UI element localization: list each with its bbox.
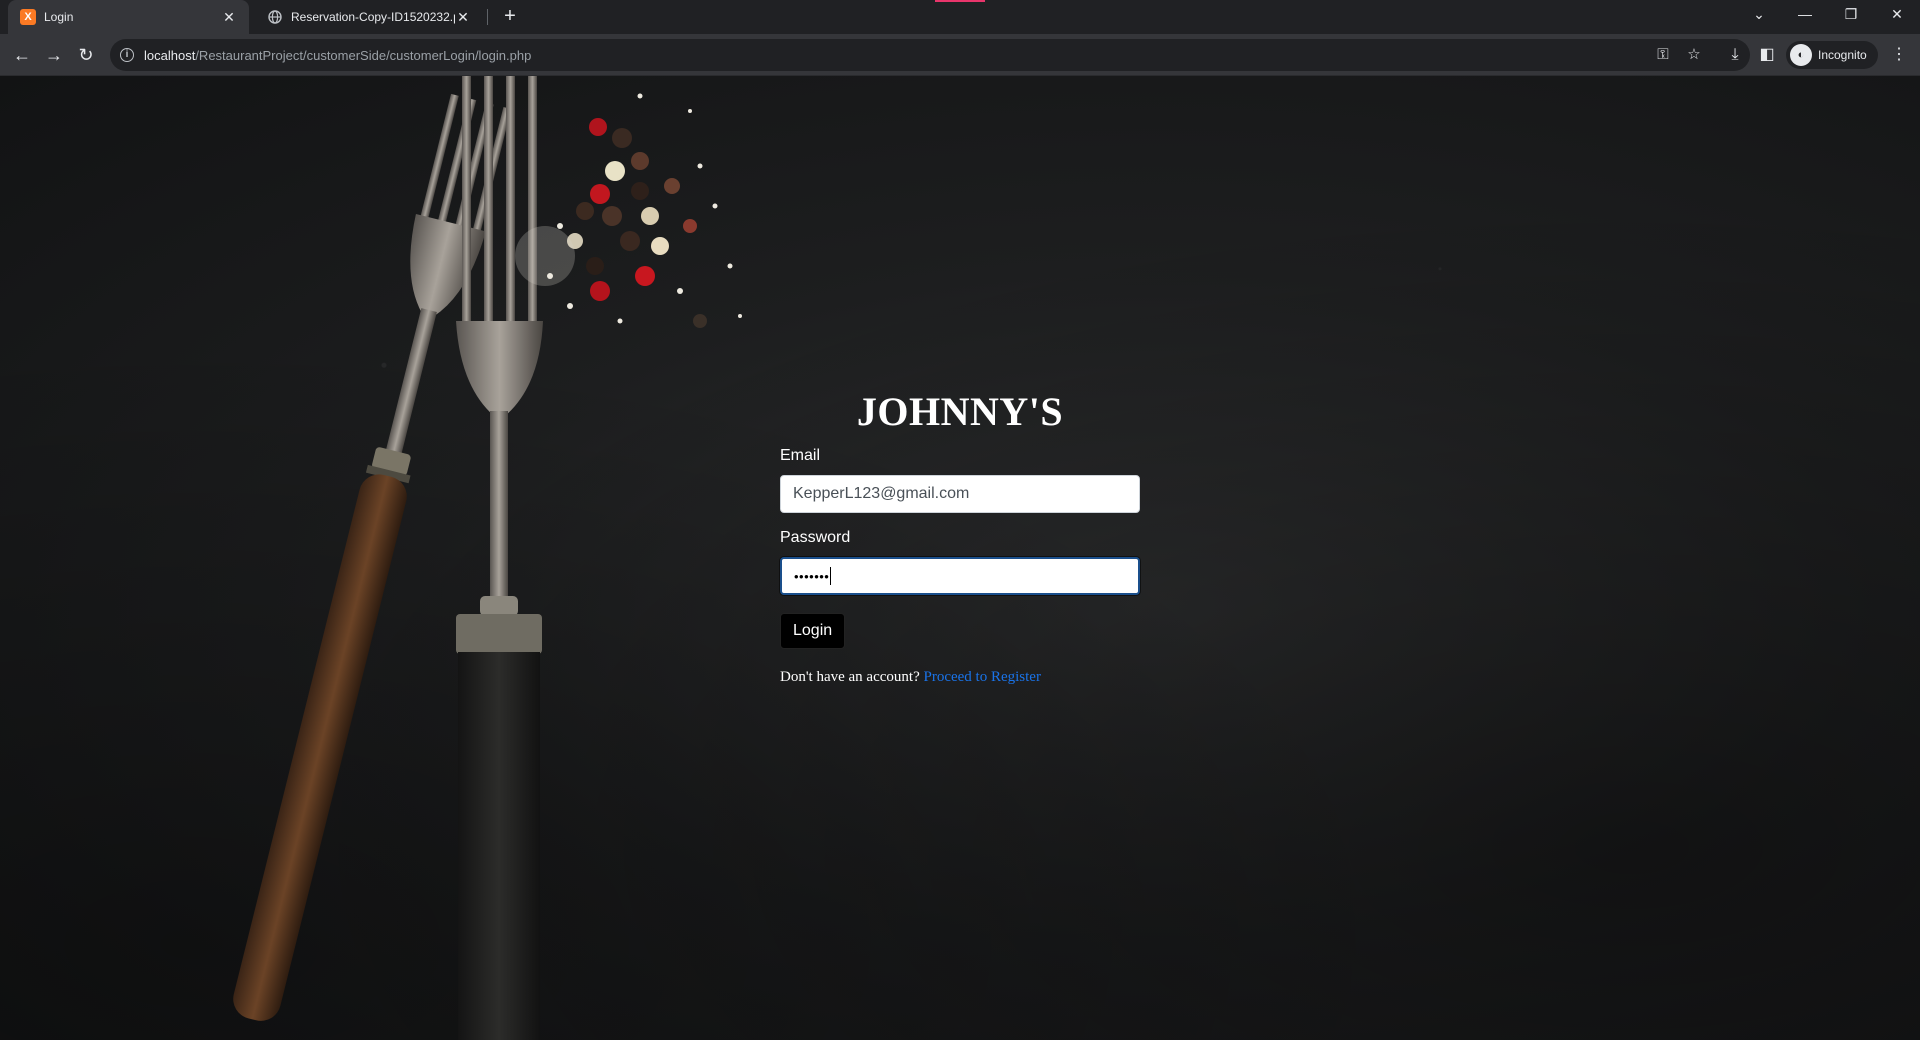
incognito-label: Incognito <box>1818 48 1867 62</box>
restore-button[interactable]: ❐ <box>1828 0 1874 30</box>
close-icon[interactable]: ✕ <box>221 9 237 25</box>
url-path: /RestaurantProject/customerSide/customer… <box>195 47 532 63</box>
globe-icon <box>267 9 283 25</box>
browser-toolbar: ← → ↻ i localhost/RestaurantProject/cust… <box>0 34 1920 76</box>
email-label: Email <box>780 447 821 464</box>
tab-title: Login <box>44 10 74 24</box>
url-text[interactable]: localhost/RestaurantProject/customerSide… <box>144 48 531 63</box>
text-caret <box>830 567 832 585</box>
key-icon[interactable]: ⚿ <box>1653 45 1673 65</box>
incognito-icon: ◐ <box>1790 44 1812 66</box>
reload-button[interactable]: ↻ <box>72 41 100 69</box>
tab-strip-accent <box>935 0 985 2</box>
download-icon[interactable]: ⤓ <box>1722 42 1748 68</box>
password-value: ••••••• <box>794 568 830 584</box>
forward-button[interactable]: → <box>40 41 68 69</box>
window-close-button[interactable]: ✕ <box>1874 0 1920 30</box>
register-link[interactable]: Proceed to Register <box>923 669 1040 685</box>
minimize-button[interactable]: — <box>1782 0 1828 30</box>
login-button[interactable]: Login <box>780 613 846 649</box>
xampp-icon: X <box>20 9 36 25</box>
tab-search-button[interactable]: ⌄ <box>1736 0 1782 30</box>
email-value: KepperL123@gmail.com <box>793 485 970 502</box>
login-form: JOHNNY'S Email KepperL123@gmail.com Pass… <box>780 388 1140 686</box>
register-prompt-line: Don't have an account? Proceed to Regist… <box>780 669 1140 686</box>
address-bar[interactable]: i localhost/RestaurantProject/customerSi… <box>110 39 1750 71</box>
password-field[interactable]: ••••••• <box>780 557 1140 595</box>
incognito-profile-button[interactable]: ◐ Incognito <box>1786 41 1878 69</box>
right-fork <box>456 76 543 1040</box>
tab-login[interactable]: X Login ✕ <box>8 0 249 34</box>
tab-separator <box>487 9 488 25</box>
back-button[interactable]: ← <box>8 41 36 69</box>
menu-icon[interactable]: ⋮ <box>1886 42 1912 68</box>
new-tab-button[interactable]: + <box>498 5 522 29</box>
side-panel-icon[interactable]: ◧ <box>1754 42 1780 68</box>
register-prompt: Don't have an account? <box>780 669 920 685</box>
password-label: Password <box>780 529 851 546</box>
email-field[interactable]: KepperL123@gmail.com <box>780 475 1140 513</box>
page-viewport: JOHNNY'S Email KepperL123@gmail.com Pass… <box>0 76 1920 1040</box>
tab-title: Reservation-Copy-ID1520232.pd <box>291 10 455 24</box>
url-host: localhost <box>144 47 196 63</box>
close-icon[interactable]: ✕ <box>455 9 471 25</box>
brand-title: JOHNNY'S <box>856 389 1064 434</box>
peppercorn-cluster <box>515 93 742 328</box>
info-icon[interactable]: i <box>120 48 134 62</box>
tab-strip: X Login ✕ Reservation-Copy-ID1520232.pd … <box>0 0 1920 34</box>
tab-reservation[interactable]: Reservation-Copy-ID1520232.pd ✕ <box>255 0 483 34</box>
star-icon[interactable]: ☆ <box>1684 45 1704 65</box>
